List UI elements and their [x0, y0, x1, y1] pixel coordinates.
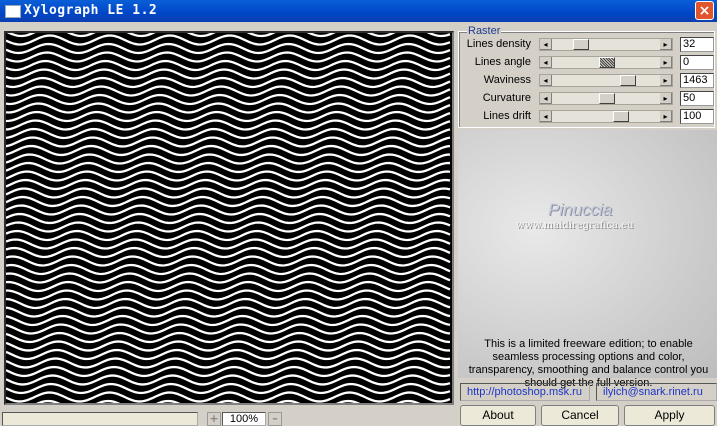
progress-bar	[2, 412, 198, 426]
watermark-brand: Pinuccia	[548, 200, 613, 219]
wave-line	[6, 272, 451, 284]
right-arrow-icon[interactable]: ▸	[660, 57, 672, 68]
left-arrow-icon[interactable]: ◂	[540, 39, 552, 50]
right-arrow-icon[interactable]: ▸	[660, 75, 672, 86]
left-arrow-icon[interactable]: ◂	[540, 75, 552, 86]
window-title: Xylograph LE 1.2	[24, 3, 158, 18]
zoom-in-button[interactable]: +	[207, 412, 221, 426]
wave-pattern	[6, 33, 452, 403]
wave-line	[6, 340, 451, 352]
site-link[interactable]: http://photoshop.msk.ru	[460, 383, 590, 401]
wave-line	[6, 119, 451, 131]
logo-panel: Pinuccia www.maidiregrafica.eu This is a…	[458, 130, 717, 389]
lines-angle-slider[interactable]: ◂ ▸	[539, 56, 673, 69]
wave-line	[6, 314, 451, 327]
param-lines-angle: Lines angle ◂ ▸ 0	[459, 54, 716, 70]
apply-button[interactable]: Apply	[624, 405, 715, 426]
title-bar: Xylograph LE 1.2 ×	[0, 0, 717, 22]
lines-drift-slider[interactable]: ◂ ▸	[539, 110, 673, 123]
left-arrow-icon[interactable]: ◂	[540, 111, 552, 122]
email-link[interactable]: ilyich@snark.rinet.ru	[596, 383, 717, 401]
slider-thumb[interactable]	[599, 57, 615, 68]
wave-line	[6, 161, 451, 174]
wave-line	[6, 280, 451, 293]
right-arrow-icon[interactable]: ▸	[660, 39, 672, 50]
lines-density-slider[interactable]: ◂ ▸	[539, 38, 673, 51]
zoom-level: 100%	[222, 412, 266, 426]
slider-thumb[interactable]	[599, 93, 615, 104]
param-lines-drift: Lines drift ◂ ▸ 100	[459, 108, 716, 124]
app-icon	[5, 5, 21, 18]
about-button[interactable]: About	[460, 405, 536, 426]
preview-canvas[interactable]	[4, 31, 454, 405]
lines-angle-label: Lines angle	[474, 56, 531, 68]
param-lines-density: Lines density ◂ ▸ 32	[459, 36, 716, 52]
left-arrow-icon[interactable]: ◂	[540, 93, 552, 104]
waviness-input[interactable]: 1463	[680, 73, 714, 88]
wave-line	[6, 204, 451, 216]
watermark-site: www.maidiregrafica.eu	[516, 220, 634, 231]
wave-line	[6, 153, 451, 165]
wave-line	[6, 289, 451, 301]
right-arrow-icon[interactable]: ▸	[660, 93, 672, 104]
wave-line	[6, 136, 451, 148]
wave-line	[6, 357, 451, 369]
param-waviness: Waviness ◂ ▸ 1463	[459, 72, 716, 88]
slider-thumb[interactable]	[573, 39, 589, 50]
right-arrow-icon[interactable]: ▸	[660, 111, 672, 122]
slider-thumb[interactable]	[613, 111, 629, 122]
wave-line	[6, 144, 451, 157]
waviness-slider[interactable]: ◂ ▸	[539, 74, 673, 87]
slider-thumb[interactable]	[620, 75, 636, 86]
raster-group: Raster Lines density ◂ ▸ 32 Lines angle …	[458, 25, 716, 128]
lines-density-label: Lines density	[466, 38, 531, 50]
param-curvature: Curvature ◂ ▸ 50	[459, 90, 716, 106]
wave-line	[6, 127, 451, 140]
wave-line	[6, 306, 451, 318]
waviness-label: Waviness	[483, 74, 531, 86]
curvature-slider[interactable]: ◂ ▸	[539, 92, 673, 105]
wave-line	[6, 331, 451, 344]
curvature-input[interactable]: 50	[680, 91, 714, 106]
lines-drift-label: Lines drift	[483, 110, 531, 122]
wave-line	[6, 110, 451, 123]
links-bar: http://photoshop.msk.ru ilyich@snark.rin…	[458, 383, 717, 402]
zoom-out-button[interactable]: –	[268, 412, 282, 426]
curvature-label: Curvature	[482, 92, 531, 104]
left-arrow-icon[interactable]: ◂	[540, 57, 552, 68]
status-bar: + 100% –	[0, 410, 456, 426]
wave-line	[6, 59, 451, 72]
wave-line	[6, 348, 451, 361]
wave-line	[6, 323, 451, 335]
cancel-button[interactable]: Cancel	[541, 405, 619, 426]
lines-angle-input[interactable]: 0	[680, 55, 714, 70]
close-button[interactable]: ×	[695, 1, 714, 20]
wave-line	[6, 297, 451, 310]
lines-density-input[interactable]: 32	[680, 37, 714, 52]
lines-drift-input[interactable]: 100	[680, 109, 714, 124]
